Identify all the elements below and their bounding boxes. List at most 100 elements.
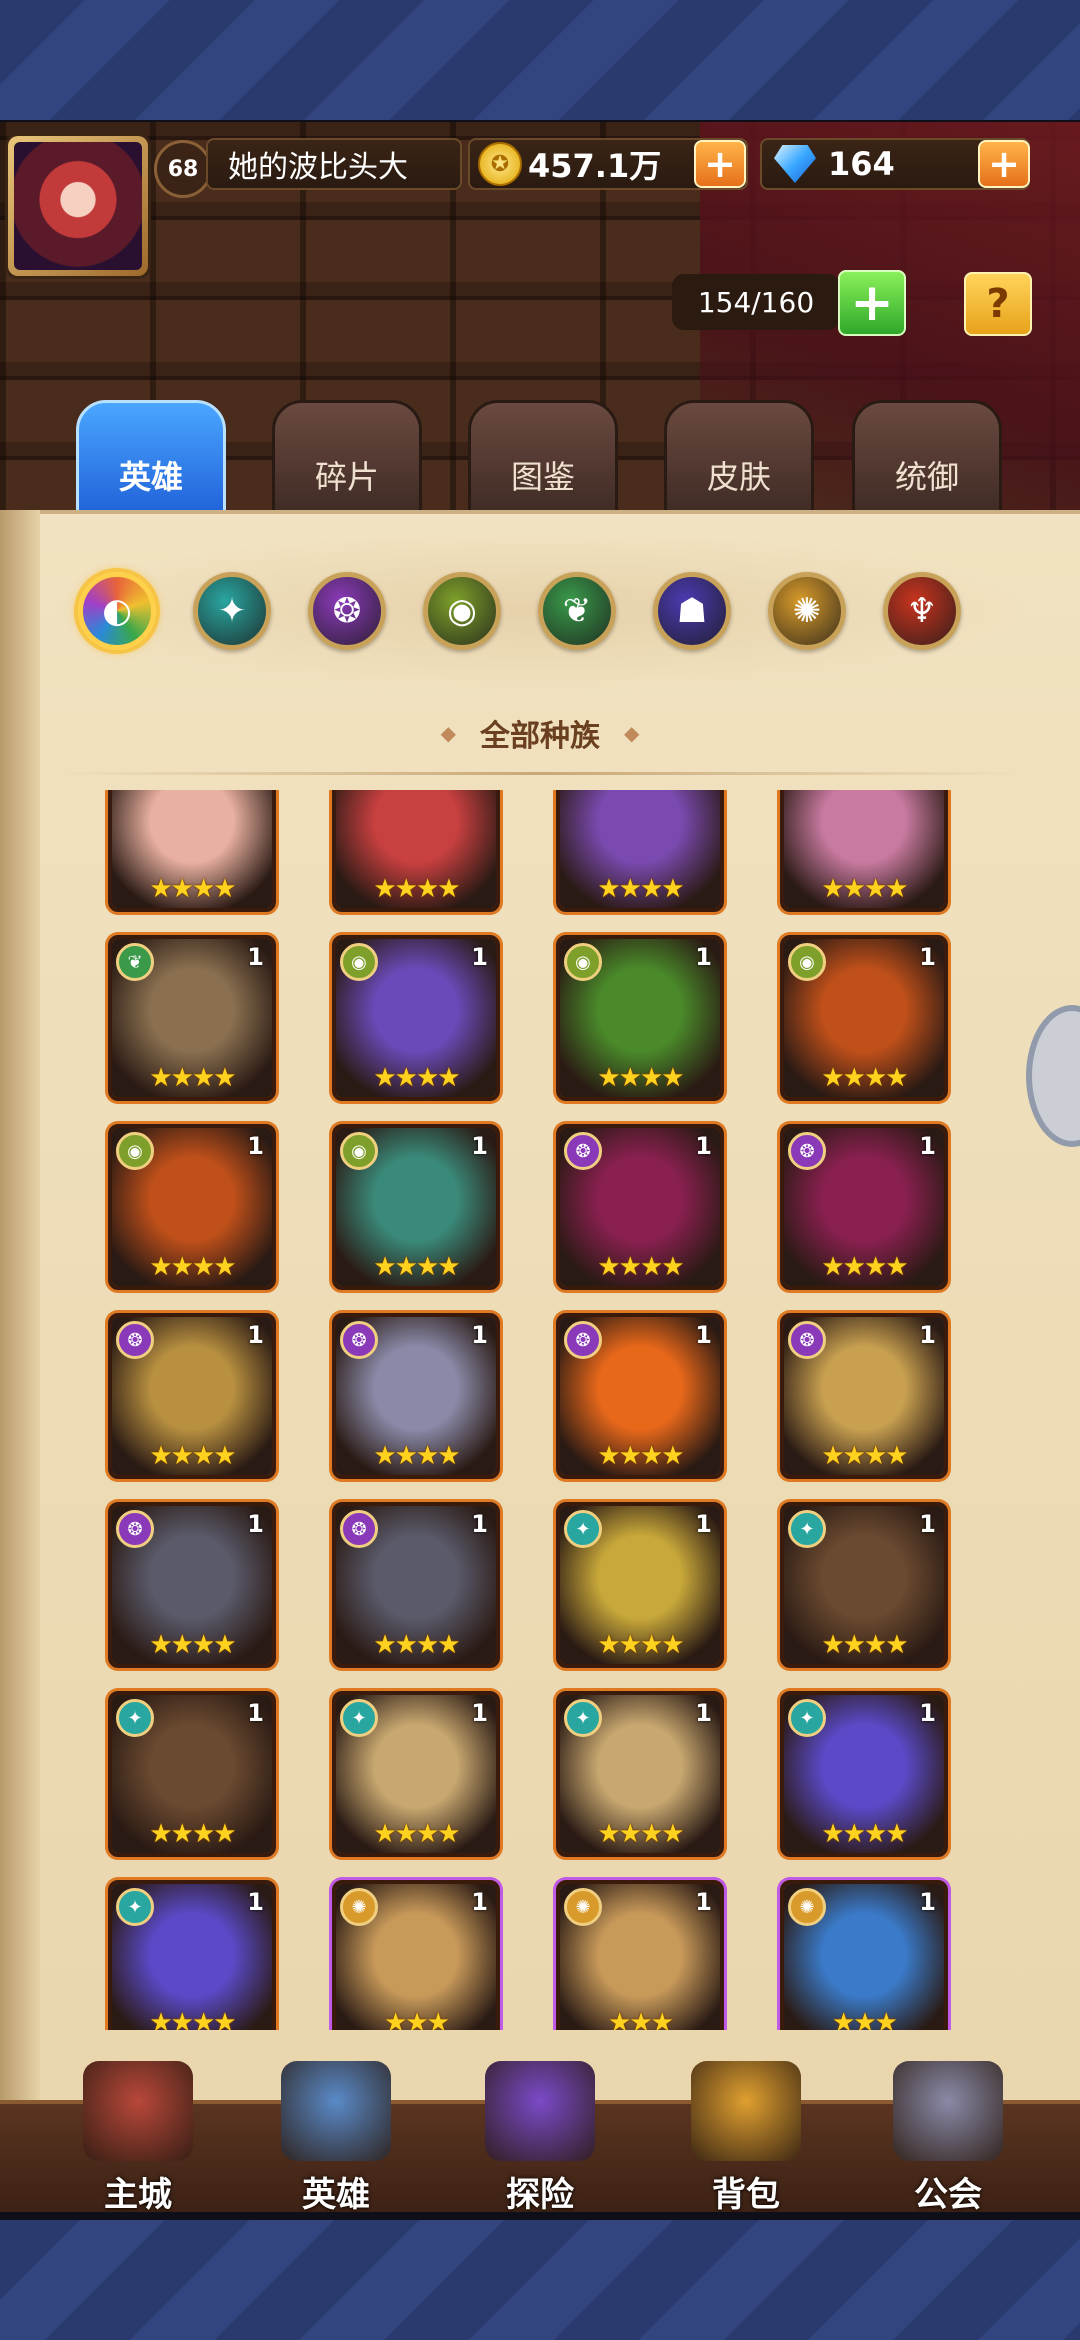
hero-stars: ★★★★ (597, 1630, 684, 1660)
hero-card[interactable]: ✦ 1 ★★★★ (108, 1880, 276, 2030)
hero-capacity: 154/160 (672, 274, 840, 330)
hero-stars: ★★★★ (373, 1252, 460, 1282)
hero-stars: ★★★★ (821, 1063, 908, 1093)
nav-main-city-label: 主城 (104, 2175, 172, 2215)
shadow-faction-icon: ❂ (116, 1510, 154, 1548)
hero-stars: ★★★★ (821, 1819, 908, 1849)
filter-nature[interactable]: ❦ (538, 572, 616, 650)
filter-shadow[interactable]: ❂ (308, 572, 386, 650)
faction-heading-text: 全部种族 (480, 719, 600, 754)
hero-card[interactable]: ❂ 1 ★★★★ (332, 1313, 500, 1479)
gem-amount: 164 (828, 145, 895, 183)
hero-count: 1 (919, 943, 936, 971)
nav-backpack-button[interactable]: 背包 (656, 2040, 836, 2216)
gold-amount: 457.1万 (528, 147, 662, 185)
gold-coin-icon: ✪ (478, 142, 522, 186)
hero-card[interactable]: ◉ 1 ★★★★ (108, 1124, 276, 1290)
hero-count: 1 (695, 1132, 712, 1160)
player-name: 她的波比头大 (206, 138, 462, 190)
hero-card[interactable]: ✦ 1 ★★★★ (332, 1691, 500, 1857)
hero-stars: ★★★★ (149, 2008, 236, 2030)
hero-card[interactable]: ◉ 1 ★★★★ (556, 935, 724, 1101)
hero-stars: ★★★ (608, 2008, 674, 2030)
top-pattern-band (0, 0, 1080, 122)
forest-faction-icon: ✦ (340, 1699, 378, 1737)
fortress-faction-icon: ◉ (340, 943, 378, 981)
filter-forest[interactable]: ✦ (193, 572, 271, 650)
nature-faction-icon: ❦ (116, 943, 154, 981)
hero-card[interactable]: ✺ 1 ★★★ (556, 1880, 724, 2030)
hero-stars: ★★★★ (149, 874, 236, 904)
hero-card[interactable]: ❂ 1 ★★★★ (556, 1313, 724, 1479)
hero-count: 1 (919, 1888, 936, 1916)
hero-card[interactable]: ✺ 1 ★★★ (332, 1880, 500, 2030)
shadow-faction-icon: ❂ (564, 1132, 602, 1170)
hero-count: 1 (471, 1510, 488, 1538)
hero-card[interactable]: ❂ 1 ★★★★ (108, 1502, 276, 1668)
hero-card[interactable]: ◉ 1 ★★★★ (332, 1124, 500, 1290)
hero-count: 1 (471, 1132, 488, 1160)
hero-count: 1 (471, 1888, 488, 1916)
hero-card[interactable]: ★★★★ (556, 790, 724, 912)
hero-card[interactable]: ✦ 1 ★★★★ (556, 1691, 724, 1857)
hero-stars: ★★★★ (373, 874, 460, 904)
hero-stars: ★★★★ (149, 1252, 236, 1282)
all-factions-icon: ◐ (102, 591, 132, 631)
hero-count: 1 (919, 1699, 936, 1727)
hero-card[interactable]: ✺ 1 ★★★ (780, 1880, 948, 2030)
filter-abyss[interactable]: ☗ (653, 572, 731, 650)
tab-heroes[interactable]: 英雄 (76, 400, 226, 520)
hero-card[interactable]: ❂ 1 ★★★★ (780, 1124, 948, 1290)
player-avatar[interactable] (8, 136, 148, 276)
hero-card[interactable]: ★★★★ (780, 790, 948, 912)
nav-explore-button[interactable]: 探险 (450, 2040, 630, 2216)
expand-capacity-button[interactable]: + (838, 270, 906, 336)
hero-card[interactable]: ❂ 1 ★★★★ (108, 1313, 276, 1479)
hero-card[interactable]: ✦ 1 ★★★★ (780, 1502, 948, 1668)
hero-card[interactable]: ◉ 1 ★★★★ (780, 935, 948, 1101)
bottom-pattern-band (0, 2215, 1080, 2340)
light-faction-icon: ✺ (340, 1888, 378, 1926)
hero-card[interactable]: ❂ 1 ★★★★ (780, 1313, 948, 1479)
hero-card[interactable]: ★★★★ (332, 790, 500, 912)
hero-card[interactable]: ❂ 1 ★★★★ (332, 1502, 500, 1668)
hero-card[interactable]: ✦ 1 ★★★★ (780, 1691, 948, 1857)
shadow-faction-icon: ❂ (116, 1321, 154, 1359)
filter-all-factions[interactable]: ◐ (78, 572, 156, 650)
hero-card[interactable]: ❦ 1 ★★★★ (108, 935, 276, 1101)
hero-count: 1 (247, 1132, 264, 1160)
fortress-faction-icon: ◉ (340, 1132, 378, 1170)
diamond-icon: ◆ (440, 721, 456, 745)
forest-faction-icon: ✦ (788, 1699, 826, 1737)
help-button[interactable]: ? (964, 272, 1032, 336)
shadow-faction-icon: ❂ (564, 1321, 602, 1359)
nav-main-city-button[interactable]: 主城 (48, 2040, 228, 2216)
hero-card[interactable]: ❂ 1 ★★★★ (556, 1124, 724, 1290)
hero-card[interactable]: ★★★★ (108, 790, 276, 912)
hero-count: 1 (695, 943, 712, 971)
hero-grid: ★★★★ ★★★★ ★★★★ ★★★★ ❦ 1 ★★★★ ◉ 1 ★★★★ ◉ 1 ★★★★ ◉ 1 ★★★★… (100, 790, 980, 2030)
gem-icon (774, 145, 816, 183)
filter-dark[interactable]: ♆ (883, 572, 961, 650)
hero-stars: ★★★★ (373, 1630, 460, 1660)
hero-stars: ★★★★ (149, 1630, 236, 1660)
filter-fortress[interactable]: ◉ (423, 572, 501, 650)
hero-card[interactable]: ✦ 1 ★★★★ (108, 1691, 276, 1857)
tab-fragments[interactable]: 碎片 (272, 400, 422, 520)
hero-stars: ★★★ (384, 2008, 450, 2030)
hero-stars: ★★★★ (597, 874, 684, 904)
add-gems-button[interactable]: + (978, 140, 1030, 188)
hero-card[interactable]: ◉ 1 ★★★★ (332, 935, 500, 1101)
tab-collection[interactable]: 图鉴 (468, 400, 618, 520)
nav-heroes-button[interactable]: 英雄 (246, 2040, 426, 2216)
light-icon: ✺ (792, 591, 822, 631)
nav-guild-button[interactable]: 公会 (858, 2040, 1038, 2216)
filter-light[interactable]: ✺ (768, 572, 846, 650)
tab-skins[interactable]: 皮肤 (664, 400, 814, 520)
add-gold-button[interactable]: + (694, 140, 746, 188)
tab-command[interactable]: 统御 (852, 400, 1002, 520)
backpack-icon (691, 2061, 801, 2161)
fortress-faction-icon: ◉ (116, 1132, 154, 1170)
shadow-faction-icon: ❂ (340, 1510, 378, 1548)
hero-card[interactable]: ✦ 1 ★★★★ (556, 1502, 724, 1668)
